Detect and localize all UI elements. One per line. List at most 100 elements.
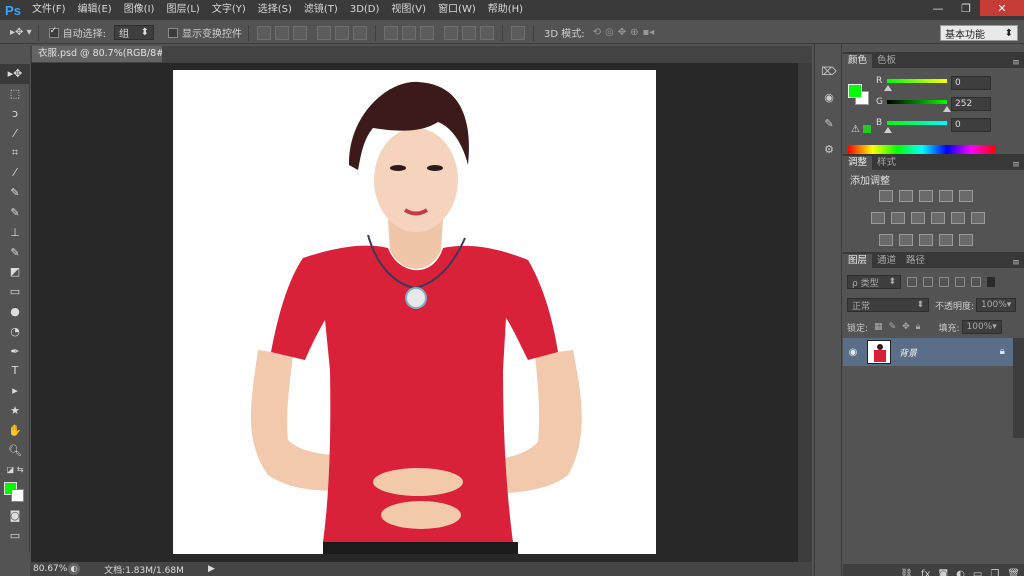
tab-channels[interactable]: 通道 [872,254,901,268]
eye-icon[interactable]: ◉ [843,347,863,358]
shape-tool-icon[interactable]: ★ [0,401,30,421]
g-value-input[interactable]: 252 [951,97,991,111]
tab-adjustments[interactable]: 调整 [843,156,873,170]
dodge-tool-icon[interactable]: ◔ [0,321,30,341]
color-lookup-icon[interactable] [971,212,985,224]
tab-layers[interactable]: 图层 [843,254,873,268]
hue-saturation-icon[interactable] [871,212,885,224]
exposure-icon[interactable] [939,190,953,202]
move-tool-icon[interactable]: ▸✥ [0,64,30,84]
show-transform-checkbox[interactable]: 显示变换控件 [167,25,242,41]
posterize-icon[interactable] [899,234,913,246]
menu-item-view[interactable]: 视图(V) [385,0,432,20]
lock-position-icon[interactable]: ✥ [902,322,910,332]
foreground-color-swatch[interactable] [848,84,862,98]
gradient-tool-icon[interactable]: ▭ [0,282,30,302]
b-value-input[interactable]: 0 [951,118,991,132]
distribute-right-icon[interactable] [479,25,494,40]
brush-tool-icon[interactable]: ✎ [0,203,30,223]
link-layers-icon[interactable]: ⛓ [900,569,913,576]
gamut-warning-icon[interactable]: ⚠ [851,124,860,135]
color-balance-icon[interactable] [891,212,905,224]
restore-button[interactable]: ❐ [952,0,980,16]
selective-color-icon[interactable] [939,234,953,246]
history-brush-tool-icon[interactable]: ✎ [0,242,30,262]
distribute-bottom-icon[interactable] [419,25,434,40]
align-hcenter-icon[interactable] [334,25,349,40]
color-swatches[interactable] [0,480,29,506]
vibrance-icon[interactable] [959,190,973,202]
filter-pixel-icon[interactable] [907,277,917,287]
clone-stamp-tool-icon[interactable]: ⊥ [0,222,30,242]
filter-type-icon[interactable] [939,277,949,287]
align-right-icon[interactable] [352,25,367,40]
panel-menu-icon[interactable]: ≡ [1012,257,1024,268]
3d-slide-icon[interactable]: ⊕ [630,25,638,41]
menu-item-layer[interactable]: 图层(L) [160,0,205,20]
auto-select-checkbox[interactable]: 自动选择: [48,25,106,41]
layer-style-icon[interactable]: fx [921,569,930,576]
vertical-scrollbar[interactable] [798,63,812,562]
menu-item-image[interactable]: 图像(I) [118,0,161,20]
fill-input[interactable]: 100% ▾ [961,320,1002,334]
curves-icon[interactable] [919,190,933,202]
layer-filter-dropdown[interactable]: ρ 类型 ⬍ [847,275,901,289]
hand-tool-icon[interactable]: ✋ [0,420,30,440]
distribute-vcenter-icon[interactable] [401,25,416,40]
new-group-icon[interactable]: ▭ [973,569,982,576]
minimize-button[interactable]: — [924,0,952,16]
adjustment-layer-icon[interactable]: ◐ [956,569,965,576]
g-slider-thumb[interactable] [943,106,951,112]
levels-icon[interactable] [899,190,913,202]
swap-colors-icon[interactable]: ◪ ⇆ [0,460,30,480]
r-slider[interactable] [887,79,947,83]
workspace-dropdown[interactable]: 基本功能 ⬍ [940,25,1018,41]
path-select-tool-icon[interactable]: ▸ [0,381,30,401]
opacity-input[interactable]: 100% ▾ [976,298,1017,312]
filter-shape-icon[interactable] [955,277,965,287]
photo-filter-icon[interactable] [931,212,945,224]
b-slider-thumb[interactable] [884,127,892,133]
r-slider-thumb[interactable] [884,85,892,91]
layer-mask-icon[interactable]: ◙ [938,569,948,576]
distribute-left-icon[interactable] [443,25,458,40]
zoom-tool-icon[interactable]: 🔍︎ [0,440,30,460]
gamut-color-chip[interactable] [863,125,871,133]
black-white-icon[interactable] [911,212,925,224]
marquee-tool-icon[interactable]: ⬚ [0,84,30,104]
panel-menu-icon[interactable]: ≡ [1012,159,1024,170]
channel-mixer-icon[interactable] [951,212,965,224]
invert-icon[interactable] [879,234,893,246]
gradient-map-icon[interactable] [959,234,973,246]
quick-select-tool-icon[interactable]: ⁄ [0,123,30,143]
layers-scrollbar[interactable] [1013,338,1024,438]
type-tool-icon[interactable]: T [0,361,30,381]
tool-presets-icon[interactable]: ⚙ [816,138,842,160]
new-layer-icon[interactable]: ❐ [990,569,999,576]
menu-item-edit[interactable]: 编辑(E) [72,0,118,20]
filter-adjustment-icon[interactable] [923,277,933,287]
lock-pixels-icon[interactable]: ✎ [889,322,897,332]
menu-item-help[interactable]: 帮助(H) [482,0,529,20]
menu-item-type[interactable]: 文字(Y) [206,0,252,20]
filter-smart-icon[interactable] [971,277,981,287]
eyedropper-tool-icon[interactable]: ⁄ [0,163,30,183]
layer-row-background[interactable]: ◉ 背景 🔒︎ [843,338,1013,366]
move-tool-preset-icon[interactable]: ▸✥ ▾ [10,25,32,41]
history-panel-icon[interactable]: ⌦ [816,60,842,82]
tab-paths[interactable]: 路径 [901,254,930,268]
tab-styles[interactable]: 样式 [872,156,901,170]
lock-transparent-icon[interactable]: ▦ [874,322,883,332]
menu-item-filter[interactable]: 滤镜(T) [298,0,344,20]
background-color-swatch[interactable] [11,488,24,502]
align-left-icon[interactable] [316,25,331,40]
crop-tool-icon[interactable]: ⌗ [0,143,30,163]
3d-scale-icon[interactable]: ▪◂ [643,25,655,41]
threshold-icon[interactable] [919,234,933,246]
share-icon[interactable]: ◐ [68,563,80,575]
3d-rotate-icon[interactable]: ⟲ [593,25,601,41]
blur-tool-icon[interactable]: ● [0,302,30,322]
menu-item-file[interactable]: 文件(F) [26,0,72,20]
delete-layer-icon[interactable]: 🗑︎ [1007,569,1020,576]
3d-pan-icon[interactable]: ✥ [618,25,626,41]
